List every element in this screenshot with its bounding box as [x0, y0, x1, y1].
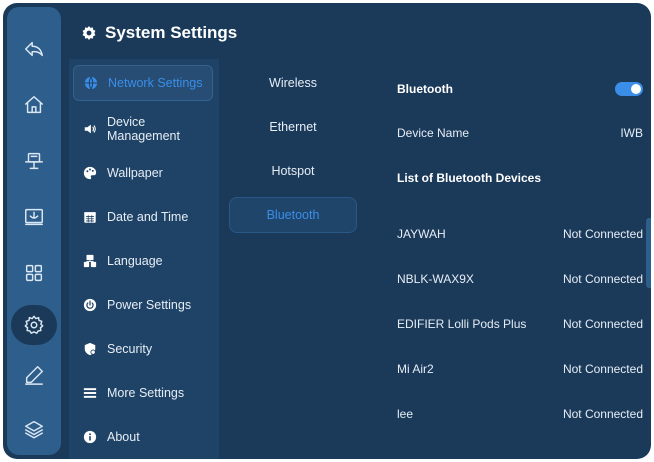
menu-item-about[interactable]: About: [73, 419, 213, 455]
menu-item-security[interactable]: Security: [73, 331, 213, 367]
gear-icon: [24, 315, 44, 334]
tab-ethernet[interactable]: Ethernet: [229, 109, 357, 145]
screen-cast-icon: [25, 208, 43, 226]
device-status: Not Connected: [562, 362, 643, 376]
menu-item-label: Power Settings: [107, 298, 192, 312]
home-icon: [25, 96, 43, 114]
settings-menu: Network Settings Device Management Wallpa…: [69, 59, 219, 459]
menu-item-network-settings[interactable]: Network Settings: [73, 65, 213, 101]
power-icon: [83, 298, 97, 312]
back-arrow-icon: [25, 41, 43, 57]
menu-item-label: Security: [107, 342, 153, 356]
device-row[interactable]: lee Not Connected: [397, 402, 643, 426]
tab-hotspot[interactable]: Hotspot: [229, 153, 357, 189]
calendar-icon: [83, 210, 97, 224]
apps-grid-icon: [25, 264, 43, 282]
globe-icon: [84, 76, 98, 90]
palette-icon: [83, 166, 97, 180]
menu-item-wallpaper[interactable]: Wallpaper: [73, 155, 213, 191]
device-row[interactable]: JAYWAH Not Connected: [397, 222, 643, 246]
device-row[interactable]: EDIFIER Lolli Pods Plus Not Connected: [397, 312, 643, 336]
menu-item-power-settings[interactable]: Power Settings: [73, 287, 213, 323]
list-icon: [83, 386, 97, 400]
bluetooth-toggle[interactable]: [615, 82, 643, 96]
page-title: System Settings: [105, 23, 238, 42]
device-status: Not Connected: [562, 227, 643, 241]
speaker-icon: [83, 122, 97, 136]
device-name: NBLK-WAX9X: [397, 272, 474, 286]
menu-item-more-settings[interactable]: More Settings: [73, 375, 213, 411]
tab-bluetooth[interactable]: Bluetooth: [229, 197, 357, 233]
gear-icon: [82, 26, 96, 40]
bluetooth-panel: Bluetooth Device Name IWB List of Blueto…: [387, 59, 649, 459]
layers-button[interactable]: [7, 407, 61, 451]
display-stand-icon: [25, 152, 43, 170]
annotate-button[interactable]: [7, 353, 61, 397]
menu-item-label: Date and Time: [107, 210, 189, 224]
side-panel-handle[interactable]: [646, 218, 651, 288]
menu-item-language[interactable]: Language: [73, 243, 213, 279]
settings-window: System Settings Network Settings Device M…: [3, 3, 651, 459]
device-status: Not Connected: [562, 407, 643, 421]
apps-button[interactable]: [7, 251, 61, 295]
network-submenu: Wireless Ethernet Hotspot Bluetooth: [225, 59, 363, 459]
dock-rail: [7, 7, 61, 455]
screen-cast-button[interactable]: [7, 195, 61, 239]
language-icon: [83, 254, 97, 268]
menu-item-label: Device Management: [107, 115, 180, 143]
bluetooth-label: Bluetooth: [397, 82, 453, 96]
info-icon: [83, 430, 97, 444]
device-name: lee: [397, 407, 414, 421]
device-name: EDIFIER Lolli Pods Plus: [397, 317, 527, 331]
device-name-label: Device Name: [397, 126, 470, 140]
menu-item-device-management[interactable]: Device Management: [73, 111, 213, 147]
bluetooth-row: Bluetooth: [397, 77, 643, 101]
shield-icon: [83, 342, 97, 356]
device-row[interactable]: Mi Air2 Not Connected: [397, 357, 643, 381]
menu-item-label: Language: [107, 254, 163, 268]
menu-item-label: More Settings: [107, 386, 185, 400]
device-name: Mi Air2: [397, 362, 434, 376]
device-name: JAYWAH: [397, 227, 446, 241]
menu-item-label: Wallpaper: [107, 166, 163, 180]
pen-icon: [25, 366, 43, 385]
home-button[interactable]: [7, 83, 61, 127]
display-button[interactable]: [7, 139, 61, 183]
device-row[interactable]: NBLK-WAX9X Not Connected: [397, 267, 643, 291]
device-name-value: IWB: [620, 126, 643, 140]
device-status: Not Connected: [562, 317, 643, 331]
settings-button[interactable]: [7, 303, 61, 347]
device-name-row[interactable]: Device Name IWB: [397, 121, 643, 145]
menu-item-date-and-time[interactable]: Date and Time: [73, 199, 213, 235]
layers-icon: [25, 420, 43, 439]
device-status: Not Connected: [562, 272, 643, 286]
menu-item-label: Network Settings: [108, 76, 203, 90]
menu-item-label: About: [107, 430, 140, 444]
device-list-title: List of Bluetooth Devices: [397, 171, 542, 185]
back-button[interactable]: [7, 27, 61, 71]
tab-wireless[interactable]: Wireless: [229, 65, 357, 101]
page-header: System Settings: [81, 21, 237, 45]
